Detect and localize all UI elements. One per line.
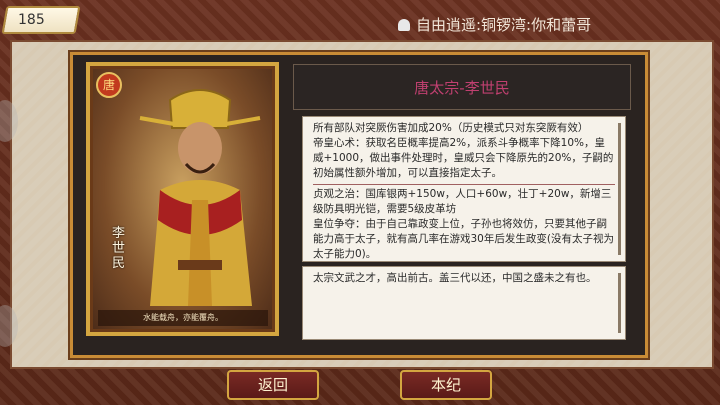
- back-button[interactable]: 返回: [227, 370, 319, 400]
- player-info-text: 自由逍遥:铜锣湾:你和蕾哥: [416, 16, 592, 34]
- quote-scrollbar[interactable]: [618, 273, 621, 333]
- trait-text: 帝皇心术：获取名臣概率提高2%，派系斗争概率下降10%，皇威+1000，做出事件…: [313, 137, 614, 179]
- trait-text: 所有部队对突厥伤害加成20%（历史模式只对东突厥有效）: [313, 122, 589, 134]
- portrait-card: 唐 李世民 水能载舟，亦能覆舟。: [86, 62, 279, 336]
- card-vertical-name: 李世民: [112, 226, 126, 271]
- dynasty-seal-icon: 唐: [96, 72, 122, 98]
- quote-text: 太宗文武之才，高出前古。盖三代以还，中国之盛未之有也。: [313, 272, 597, 284]
- emperor-portrait-icon: [139, 89, 261, 306]
- trait-text: 贞观之治：国库银两+150w，人口+60w，壮丁+20w，新增三级防具明光铠，需…: [313, 188, 612, 215]
- notification-bell-icon: [398, 19, 410, 31]
- portrait-caption: 水能载舟，亦能覆舟。: [98, 310, 268, 326]
- trait-divider: [313, 184, 615, 185]
- character-title: 唐太宗-李世民: [414, 78, 510, 97]
- resource-counter-value: 185: [18, 12, 45, 28]
- trait-text: 皇位争夺：由于自己靠政变上位，子孙也将效仿，只要其他子嗣能力高于太子，就有高几率…: [313, 218, 614, 260]
- player-info: 自由逍遥:铜锣湾:你和蕾哥: [398, 14, 591, 34]
- resource-counter: 185: [1, 6, 81, 34]
- quote-text-box[interactable]: 太宗文武之才，高出前古。盖三代以还，中国之盛未之有也。: [302, 266, 626, 340]
- character-title-box: 唐太宗-李世民: [293, 64, 631, 110]
- biography-button[interactable]: 本纪: [400, 370, 492, 400]
- traits-text-box[interactable]: 所有部队对突厥伤害加成20%（历史模式只对东突厥有效） 帝皇心术：获取名臣概率提…: [302, 116, 626, 262]
- traits-scrollbar[interactable]: [618, 123, 621, 255]
